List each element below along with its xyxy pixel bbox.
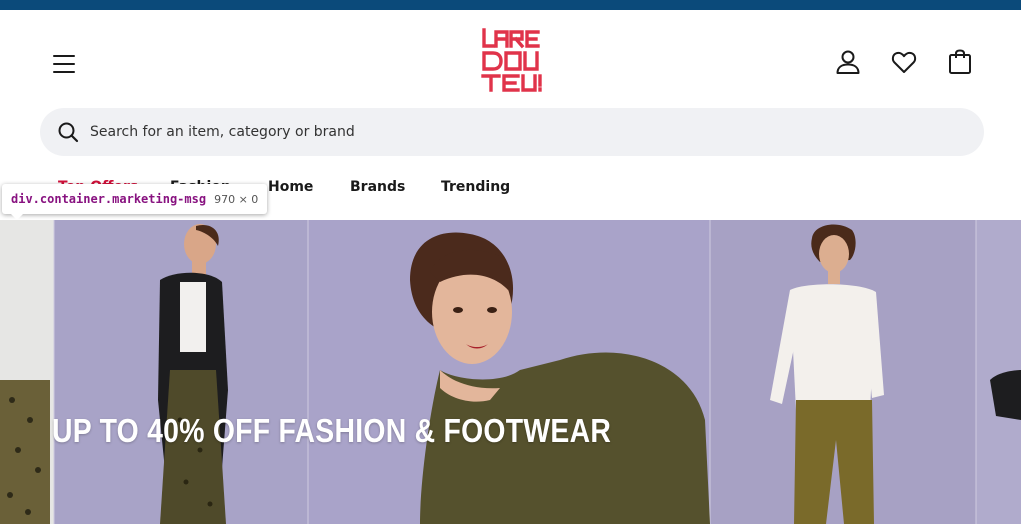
top-accent-bar: [0, 0, 1021, 10]
hero-photo-collage: [0, 220, 1021, 524]
shopping-bag-icon[interactable]: [942, 44, 978, 80]
hero-title: UP TO 40% OFF FASHION & FOOTWEAR: [52, 412, 612, 449]
la-redoute-logo[interactable]: [480, 27, 548, 93]
devtools-element-tooltip: div.container.marketing-msg 970 × 0: [2, 184, 268, 214]
hamburger-menu-icon[interactable]: [44, 46, 84, 82]
heart-icon[interactable]: [886, 44, 922, 80]
user-account-icon[interactable]: [830, 44, 866, 80]
search-input[interactable]: [90, 116, 950, 148]
devtools-tooltip-arrow: [10, 213, 24, 220]
search-icon[interactable]: [56, 120, 80, 144]
search-bar[interactable]: [40, 108, 984, 156]
nav-item-brands[interactable]: Brands: [350, 179, 405, 195]
devtools-tooltip-size: 970 × 0: [214, 192, 259, 206]
nav-item-home[interactable]: Home: [268, 179, 313, 195]
nav-item-trending[interactable]: Trending: [441, 179, 510, 195]
devtools-tooltip-selector: div.container.marketing-msg: [11, 192, 207, 206]
hero-banner[interactable]: UP TO 40% OFF FASHION & FOOTWEAR: [0, 220, 1021, 524]
